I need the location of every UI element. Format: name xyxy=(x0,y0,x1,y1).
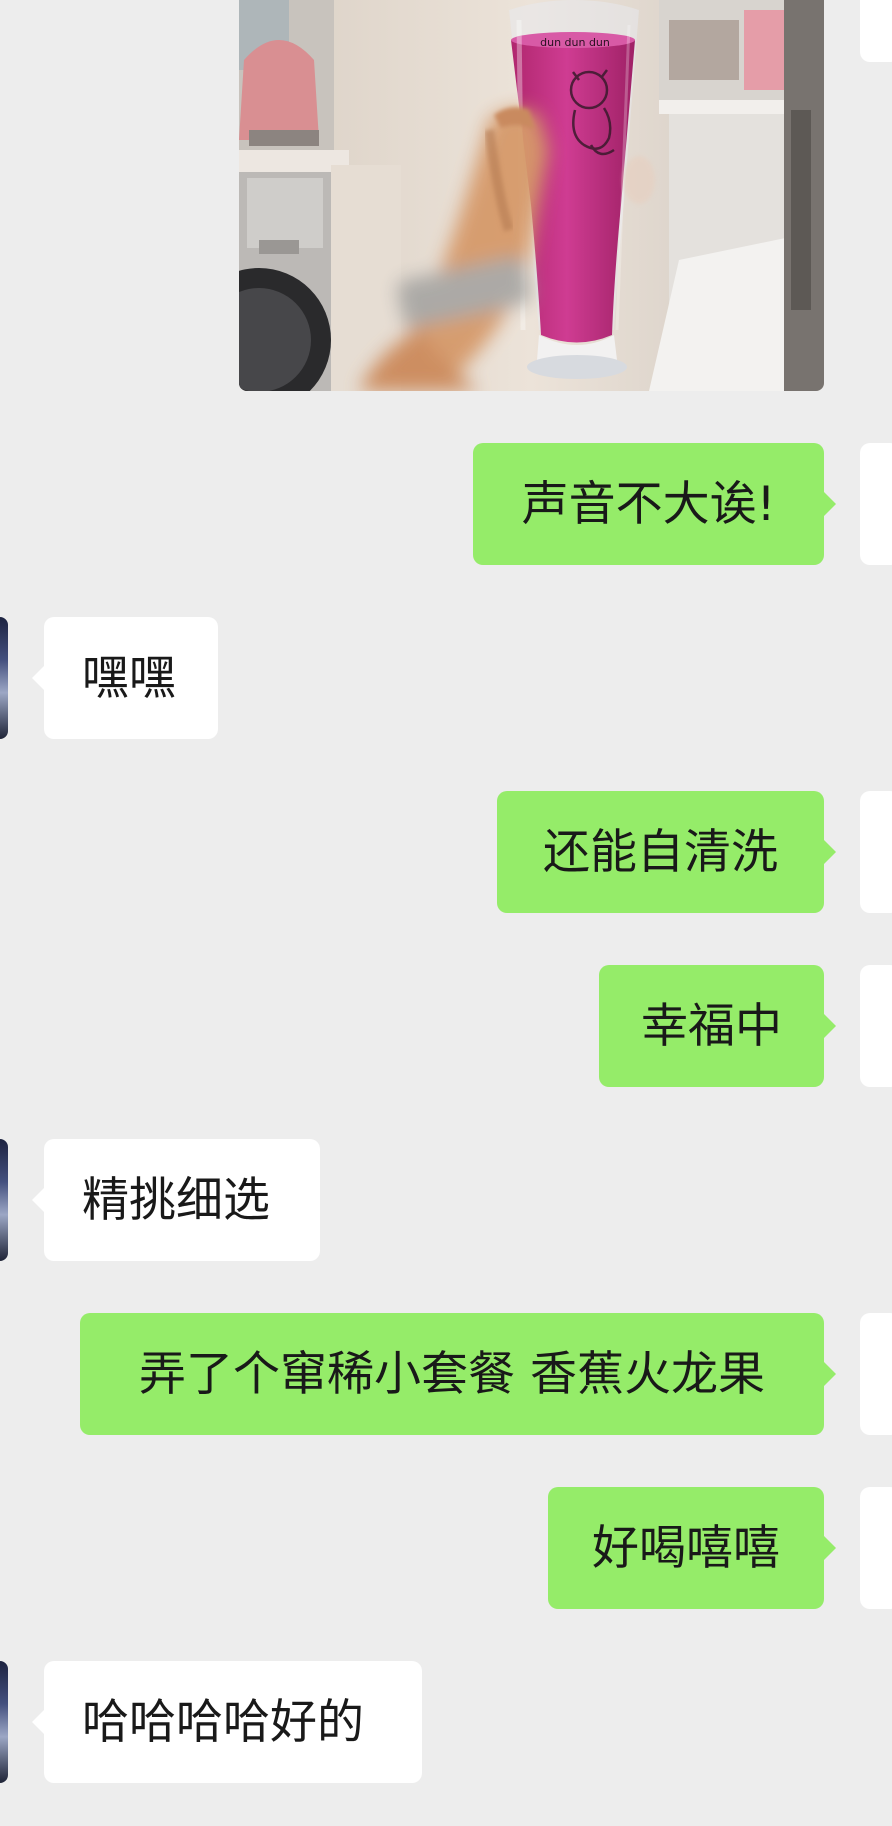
message-text: 精挑细选 xyxy=(82,1172,270,1228)
contact-avatar[interactable] xyxy=(0,617,8,739)
message-text: 幸福中 xyxy=(641,998,782,1054)
message-bubble-outgoing[interactable]: 声音不大诶! xyxy=(473,443,824,565)
message-bubble-outgoing[interactable]: 还能自清洗 xyxy=(497,791,824,913)
message-text: 还能自清洗 xyxy=(543,824,778,880)
message-bubble-outgoing[interactable]: 好喝嘻嘻 xyxy=(548,1487,824,1609)
message-text: 哈哈哈哈好的 xyxy=(82,1694,364,1750)
message-bubble-incoming[interactable]: 精挑细选 xyxy=(44,1139,320,1261)
message-bubble-incoming[interactable]: 哈哈哈哈好的 xyxy=(44,1661,422,1783)
my-avatar[interactable] xyxy=(860,1487,892,1609)
my-avatar[interactable] xyxy=(860,0,892,62)
my-avatar[interactable] xyxy=(860,791,892,913)
cup-print-text: dun dun dun xyxy=(540,36,610,49)
contact-avatar[interactable] xyxy=(0,1139,8,1261)
message-text: 弄了个窜稀小套餐 香蕉火龙果 xyxy=(139,1346,765,1402)
message-text: 嘿嘿 xyxy=(82,650,176,706)
message-bubble-outgoing[interactable]: 弄了个窜稀小套餐 香蕉火龙果 xyxy=(80,1313,824,1435)
my-avatar[interactable] xyxy=(860,965,892,1087)
contact-avatar[interactable] xyxy=(0,1661,8,1783)
my-avatar[interactable] xyxy=(860,1313,892,1435)
message-bubble-outgoing[interactable]: 幸福中 xyxy=(599,965,824,1087)
message-text: 好喝嘻嘻 xyxy=(592,1520,780,1576)
message-bubble-incoming[interactable]: 嘿嘿 xyxy=(44,617,218,739)
image-message[interactable]: dun dun dun xyxy=(239,0,824,391)
photo-juice-glass: dun dun dun xyxy=(239,0,824,391)
my-avatar[interactable] xyxy=(860,443,892,565)
message-text: 声音不大诶! xyxy=(521,476,776,532)
chat-message-list[interactable]: dun dun dun 声音不大诶! 嘿嘿 还能自清洗 幸福中 精挑细选 弄了个… xyxy=(0,0,892,1826)
